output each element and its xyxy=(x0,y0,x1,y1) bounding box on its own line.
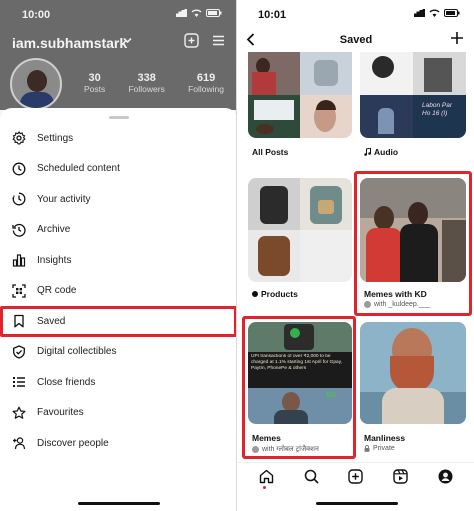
collection-audio[interactable]: Labon Par Ho 16 (I) Audio xyxy=(360,52,466,164)
home-indicator xyxy=(78,502,160,505)
status-bar: 10:00 xyxy=(0,0,236,28)
menu-item-insights[interactable]: Insights xyxy=(0,245,236,276)
menu-item-label: Insights xyxy=(37,254,72,266)
highlight-memes xyxy=(242,316,356,459)
menu-item-scheduled-content[interactable]: Scheduled content xyxy=(0,154,236,185)
right-phone-screen: 10:01 Saved All Posts Labon Par Ho 16 (I… xyxy=(238,0,474,511)
music-note-icon xyxy=(364,148,371,156)
posts-stat[interactable]: 30 Posts xyxy=(84,72,105,94)
sheet-grabber[interactable] xyxy=(109,116,129,119)
products-thumbnail xyxy=(248,178,352,282)
menu-item-close-friends[interactable]: Close friends xyxy=(0,367,236,398)
collection-name: All Posts xyxy=(252,147,289,157)
bookmark-icon xyxy=(12,314,26,328)
avatar[interactable] xyxy=(10,58,62,110)
collection-name-row: Audio xyxy=(364,147,398,157)
shield-check-icon xyxy=(12,345,26,359)
highlight-memes-with-kd xyxy=(354,171,472,316)
battery-icon xyxy=(444,9,460,17)
menu-item-saved[interactable]: Saved xyxy=(0,306,236,337)
hamburger-menu-icon[interactable] xyxy=(211,33,226,48)
wifi-icon xyxy=(429,9,440,17)
menu-item-label: Scheduled content xyxy=(37,163,120,175)
profile-menu-sheet: Settings Scheduled content Your activity… xyxy=(0,108,236,511)
tab-create[interactable] xyxy=(348,469,364,485)
saved-header: Saved xyxy=(238,30,474,50)
menu-item-label: Your activity xyxy=(37,193,91,205)
menu-item-discover-people[interactable]: Discover people xyxy=(0,428,236,459)
all-posts-thumbnail xyxy=(248,52,352,138)
home-icon xyxy=(259,469,274,484)
signal-icon xyxy=(414,9,425,17)
menu-item-settings[interactable]: Settings xyxy=(0,123,236,154)
left-phone-screen: 10:00 iam.subhamstark 30 Posts 338 Followe… xyxy=(0,0,237,511)
menu-item-label: Favourites xyxy=(37,407,84,419)
list-icon xyxy=(12,375,26,389)
following-stat[interactable]: 619 Following xyxy=(188,72,224,94)
profile-stats: 30 Posts 338 Followers 619 Following xyxy=(84,72,224,94)
menu-item-qr-code[interactable]: QR code xyxy=(0,276,236,307)
activity-icon xyxy=(12,192,26,206)
status-bar: 10:01 xyxy=(238,0,474,28)
star-icon xyxy=(12,406,26,420)
page-title: Saved xyxy=(339,34,373,46)
menu-item-label: Discover people xyxy=(37,437,109,449)
tab-reels[interactable] xyxy=(393,469,409,485)
create-plus-icon[interactable] xyxy=(184,33,199,48)
archive-icon xyxy=(12,223,26,237)
gear-icon xyxy=(12,131,26,145)
menu-item-digital-collectibles[interactable]: Digital collectibles xyxy=(0,337,236,368)
menu-item-label: Saved xyxy=(37,315,66,327)
collection-sub: Private xyxy=(373,445,395,452)
search-icon xyxy=(304,469,319,484)
menu-item-your-activity[interactable]: Your activity xyxy=(0,184,236,215)
menu-item-favourites[interactable]: Favourites xyxy=(0,398,236,429)
status-time: 10:01 xyxy=(258,9,287,21)
add-person-icon xyxy=(12,436,26,450)
tab-home[interactable] xyxy=(258,469,274,485)
bar-chart-icon xyxy=(12,253,26,267)
collection-all-posts[interactable]: All Posts xyxy=(248,52,352,164)
chevron-down-icon[interactable] xyxy=(123,37,132,44)
followers-stat[interactable]: 338 Followers xyxy=(128,72,164,94)
menu-item-label: Archive xyxy=(37,224,71,236)
profile-handle[interactable]: iam.subhamstark xyxy=(12,35,127,51)
menu-item-archive[interactable]: Archive xyxy=(0,215,236,246)
bottom-tab-bar xyxy=(238,462,474,490)
collection-name: Audio xyxy=(374,147,399,157)
wifi-icon xyxy=(191,9,202,17)
notification-dot xyxy=(263,486,266,489)
manliness-thumbnail xyxy=(360,322,466,424)
menu-item-label: Close friends xyxy=(37,376,96,388)
audio-overlay-text: Labon Par Ho 16 (I) xyxy=(422,102,452,117)
collection-products[interactable]: Products xyxy=(248,178,352,302)
tab-profile[interactable] xyxy=(438,469,454,485)
menu-item-label: Settings xyxy=(37,132,74,144)
menu-item-label: Digital collectibles xyxy=(37,346,117,358)
menu-item-label: QR code xyxy=(37,285,77,297)
signal-icon xyxy=(176,9,187,17)
shop-badge-icon xyxy=(252,291,258,297)
lock-icon xyxy=(364,445,370,452)
add-collection-icon[interactable] xyxy=(450,31,464,45)
reels-icon xyxy=(393,469,408,484)
collection-sub-row: Private xyxy=(364,445,395,452)
tab-search[interactable] xyxy=(303,469,319,485)
battery-icon xyxy=(206,9,222,17)
create-plus-icon xyxy=(348,469,364,484)
audio-thumbnail: Labon Par Ho 16 (I) xyxy=(360,52,466,138)
home-indicator xyxy=(316,502,398,505)
menu-list: Settings Scheduled content Your activity… xyxy=(0,123,236,459)
clock-icon xyxy=(12,162,26,176)
qr-code-icon xyxy=(12,284,26,298)
collection-manliness[interactable]: Manliness Private xyxy=(360,322,466,456)
profile-avatar-icon xyxy=(438,469,453,484)
collection-name: Products xyxy=(261,289,298,299)
collection-name-row: Products xyxy=(252,289,298,299)
status-time: 10:00 xyxy=(22,9,51,21)
collection-name: Manliness xyxy=(364,433,406,443)
